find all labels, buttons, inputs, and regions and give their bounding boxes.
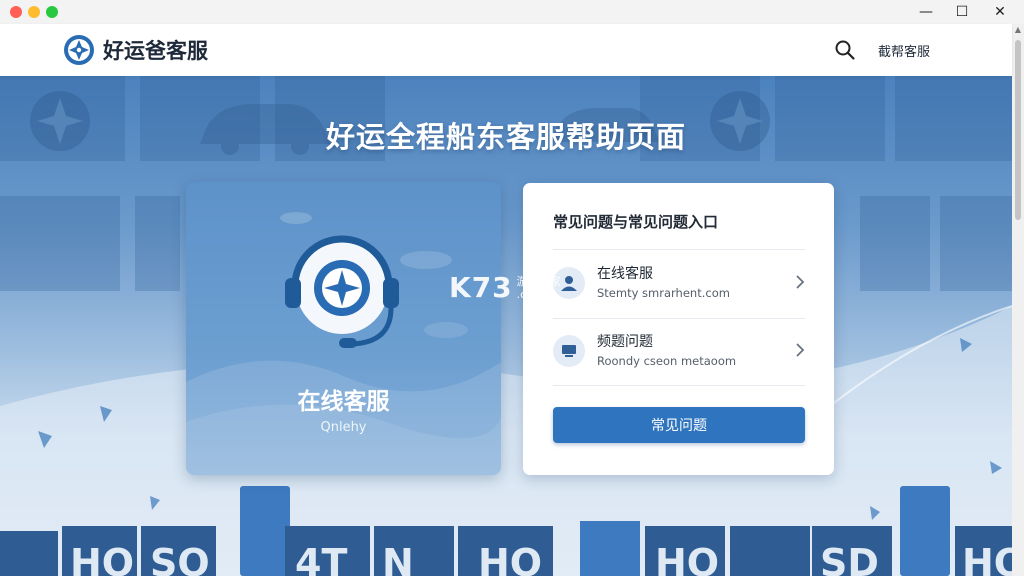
online-service-card[interactable]: 在线客服 Qnlehy <box>186 182 501 475</box>
divider <box>553 249 805 250</box>
page-title: 好运全程船东客服帮助页面 <box>325 120 686 154</box>
brand[interactable]: 好运爸客服 <box>63 34 208 66</box>
faq-button[interactable]: 常见问题 <box>553 407 805 443</box>
service-card-title: 在线客服 <box>297 389 390 415</box>
service-card-subtitle: Qnlehy <box>320 420 367 435</box>
faq-item-subtitle: Stemty smrarhent.com <box>597 286 730 300</box>
faq-item-common-questions[interactable]: 频题问题 Roondy cseon metaoom <box>553 325 805 381</box>
watermark-main: K73 <box>449 271 513 304</box>
k73-watermark: K73 游戏之家 .com <box>449 271 561 304</box>
scroll-up-icon[interactable]: ▲ <box>1014 26 1022 34</box>
bg-sign-6: HO <box>655 541 719 576</box>
minimize-dot[interactable] <box>28 6 40 18</box>
bg-sign-3: 4T <box>295 541 347 576</box>
faq-item-online-service[interactable]: 在线客服 Stemty smrarhent.com <box>553 257 805 313</box>
compass-logo-icon <box>64 35 94 65</box>
faq-item-subtitle: Roondy cseon metaoom <box>597 354 737 368</box>
window-titlebar: — ☐ ✕ <box>0 0 1024 24</box>
monitor-icon <box>553 335 585 367</box>
site-header: 好运爸客服 截帮客服 <box>0 24 1012 76</box>
watermark-line1: 游戏之家 <box>516 274 561 288</box>
watermark-side: 游戏之家 .com <box>517 275 561 301</box>
close-dot[interactable] <box>10 6 22 18</box>
maximize-button[interactable]: ☐ <box>942 0 982 24</box>
faq-panel: 常见问题与常见问题入口 在线客服 Stemty smrarhent.com 频题… <box>523 183 834 475</box>
bg-sign-4: N <box>382 541 414 576</box>
faq-panel-title: 常见问题与常见问题入口 <box>553 213 719 231</box>
faq-item-title: 频题问题 <box>597 334 653 350</box>
scroll-thumb[interactable] <box>1015 40 1021 220</box>
watermark-line2: .com <box>516 287 544 301</box>
brand-name: 好运爸客服 <box>103 39 208 63</box>
bg-sign-1: HO <box>70 541 134 576</box>
search-icon[interactable] <box>834 39 856 61</box>
chevron-right-icon <box>796 275 805 289</box>
bg-sign-7: SD <box>820 541 879 576</box>
chevron-right-icon <box>796 343 805 357</box>
faq-item-title: 在线客服 <box>597 266 653 282</box>
close-button[interactable]: ✕ <box>980 0 1020 24</box>
divider <box>553 385 805 386</box>
bg-sign-2: SO <box>150 541 210 576</box>
headset-icon <box>285 235 399 348</box>
divider <box>553 318 805 319</box>
page-scrollbar[interactable]: ▲ <box>1012 24 1024 576</box>
bg-sign-8: HO <box>962 541 1012 576</box>
header-service-link[interactable]: 截帮客服 <box>878 41 930 60</box>
zoom-dot[interactable] <box>46 6 58 18</box>
hero-section: HO SO 4T N HO HO SD HO 好运全程船东客服帮助页面 在线客服… <box>0 76 1012 576</box>
minimize-button[interactable]: — <box>906 0 946 24</box>
bg-sign-5: HO <box>478 541 542 576</box>
